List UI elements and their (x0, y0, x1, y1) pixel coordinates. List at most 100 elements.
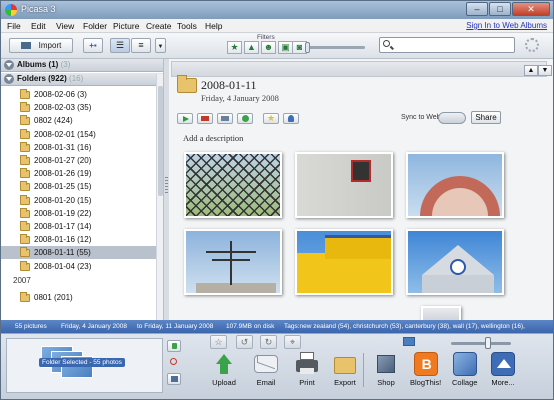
folder-item[interactable]: 2008-02-01 (154) (1, 128, 157, 141)
photo-thumbnail[interactable] (295, 152, 393, 218)
print-button[interactable]: Print (295, 352, 319, 387)
menu-view[interactable]: View (56, 21, 74, 31)
folder-icon (20, 89, 30, 99)
folder-item[interactable]: 0801 (201) (1, 291, 157, 304)
folder-selected-label: Folder Selected - 55 photos (39, 358, 125, 367)
folder-icon (20, 194, 30, 205)
folder-item[interactable]: 2008-01-16 (12) (1, 233, 157, 246)
menu-picture[interactable]: Picture (113, 21, 139, 31)
sync-to-web-toggle[interactable] (438, 112, 466, 124)
folder-label: 2008-02-01 (154) (34, 129, 96, 139)
minimize-button[interactable]: – (466, 2, 488, 16)
rotate-left-icon[interactable]: ↺ (236, 335, 253, 349)
menu-create[interactable]: Create (146, 21, 172, 31)
import-icon (20, 42, 31, 49)
folder-item[interactable]: 0802 (424) (1, 114, 157, 127)
add-description-field[interactable]: Add a description (183, 133, 243, 143)
star-edit-icon[interactable]: ☆ (210, 335, 227, 349)
photo-thumbnail[interactable] (295, 229, 393, 295)
blogthis-label: BlogThis! (410, 378, 442, 387)
menu-file[interactable]: File (7, 21, 21, 31)
folder-item[interactable]: 2008-01-31 (16) (1, 141, 157, 154)
tag-icon[interactable]: ⌖ (284, 335, 301, 349)
photo-thumbnail[interactable] (406, 229, 504, 295)
play-slideshow-icon[interactable] (177, 113, 193, 124)
folder-item[interactable]: 2008-01-25 (15) (1, 180, 157, 193)
splitter-grip[interactable] (165, 177, 168, 195)
hold-pin-icon[interactable] (167, 340, 181, 352)
folder-item[interactable]: 2008-01-17 (14) (1, 220, 157, 233)
view-options-dropdown[interactable]: ▼ (155, 38, 166, 53)
folder-item[interactable]: 2008-02-03 (35) (1, 101, 157, 114)
menu-tools[interactable]: Tools (177, 21, 197, 31)
albums-header[interactable]: Albums (1) (3) (1, 59, 163, 72)
date-range-start: Friday, 4 January 2008 (61, 323, 127, 330)
tags-summary[interactable]: Tags:new zealand (54), christchurch (53)… (284, 320, 525, 333)
video-filter-icon[interactable]: ▣ (278, 41, 293, 54)
close-button[interactable]: ✕ (512, 2, 550, 16)
recency-slider-handle[interactable] (305, 42, 310, 53)
folder-item[interactable]: 2008-01-11 (55) (1, 246, 157, 260)
collage-button[interactable]: Collage (452, 352, 477, 387)
menu-edit[interactable]: Edit (31, 21, 46, 31)
export-button[interactable]: Export (333, 352, 357, 387)
star-folder-icon[interactable]: ★ (263, 113, 279, 124)
rotate-right-icon[interactable]: ↻ (260, 335, 277, 349)
upload-filter-icon[interactable]: ▲ (244, 41, 259, 54)
photo-thumbnail[interactable] (184, 152, 282, 218)
scroll-down-button[interactable]: ▼ (538, 65, 552, 76)
folder-item[interactable]: 2008-01-20 (15) (1, 194, 157, 207)
folders-header[interactable]: Folders (922) (16) (1, 73, 163, 86)
movie-presentation-icon[interactable] (197, 113, 213, 124)
folder-icon (20, 221, 30, 231)
folder-item[interactable]: 2008-01-26 (19) (1, 167, 157, 180)
menu-help[interactable]: Help (205, 21, 222, 31)
folder-item[interactable]: 2008-01-19 (22) (1, 207, 157, 220)
import-button[interactable]: Import (9, 38, 73, 53)
thumbnail-size-slider-handle[interactable] (485, 337, 491, 349)
shop-button[interactable]: Shop (374, 352, 398, 387)
menu-folder[interactable]: Folder (83, 21, 107, 31)
people-filter-icon[interactable]: ☻ (261, 41, 276, 54)
panel-splitter[interactable] (164, 59, 169, 320)
maximize-button[interactable]: □ (489, 2, 511, 16)
view-tree-button[interactable]: ≡ (131, 38, 151, 53)
folder-icon (20, 155, 30, 165)
collapse-toggle-icon[interactable] (4, 74, 14, 84)
collage-tray-icon (452, 352, 477, 376)
folder-item[interactable]: 2008-01-27 (20) (1, 154, 157, 167)
photo-thumbnail[interactable] (406, 152, 504, 218)
photo-thumbnail[interactable] (184, 229, 282, 295)
picasa-app-icon (5, 4, 17, 16)
recency-slider-track[interactable] (305, 46, 365, 49)
view-list-button[interactable]: ☰ (110, 38, 130, 53)
share-button[interactable]: Share (471, 111, 501, 124)
starred-filter-icon[interactable]: ★ (227, 41, 242, 54)
email-button[interactable]: Email (254, 352, 278, 387)
folder-date[interactable]: Friday, 4 January 2008 (201, 93, 279, 103)
email-label: Email (256, 378, 276, 387)
people-icon[interactable] (283, 113, 299, 124)
blogthis-button[interactable]: B BlogThis! (410, 352, 441, 387)
more-button[interactable]: More... (491, 352, 515, 387)
scroll-up-button[interactable]: ▲ (524, 65, 538, 76)
search-input[interactable] (379, 37, 515, 53)
collapse-toggle-icon[interactable] (4, 60, 14, 70)
folder-item[interactable]: 2008-01-04 (23) (1, 260, 157, 273)
web-album-icon[interactable] (237, 113, 253, 124)
clear-selection-icon[interactable] (167, 356, 181, 368)
folder-label: 2008-02-03 (35) (34, 103, 92, 113)
folder-list-scrollbar[interactable] (156, 74, 163, 320)
collage-icon[interactable] (217, 113, 233, 124)
upload-button[interactable]: Upload (212, 352, 236, 387)
thumbnail-size-slider-track[interactable] (451, 342, 511, 345)
upload-icon (212, 352, 236, 376)
add-to-album-button[interactable]: +▪ (83, 38, 103, 53)
sign-in-link[interactable]: Sign In to Web Albums (466, 21, 547, 30)
add-to-album-tray-icon[interactable] (167, 373, 181, 385)
folder-item[interactable]: 2008-02-06 (3) (1, 88, 157, 101)
folder-icon (20, 115, 30, 126)
printer-icon (295, 352, 319, 376)
folder-title[interactable]: 2008-01-11 (201, 78, 257, 93)
scrollbar-thumb[interactable] (158, 86, 163, 196)
